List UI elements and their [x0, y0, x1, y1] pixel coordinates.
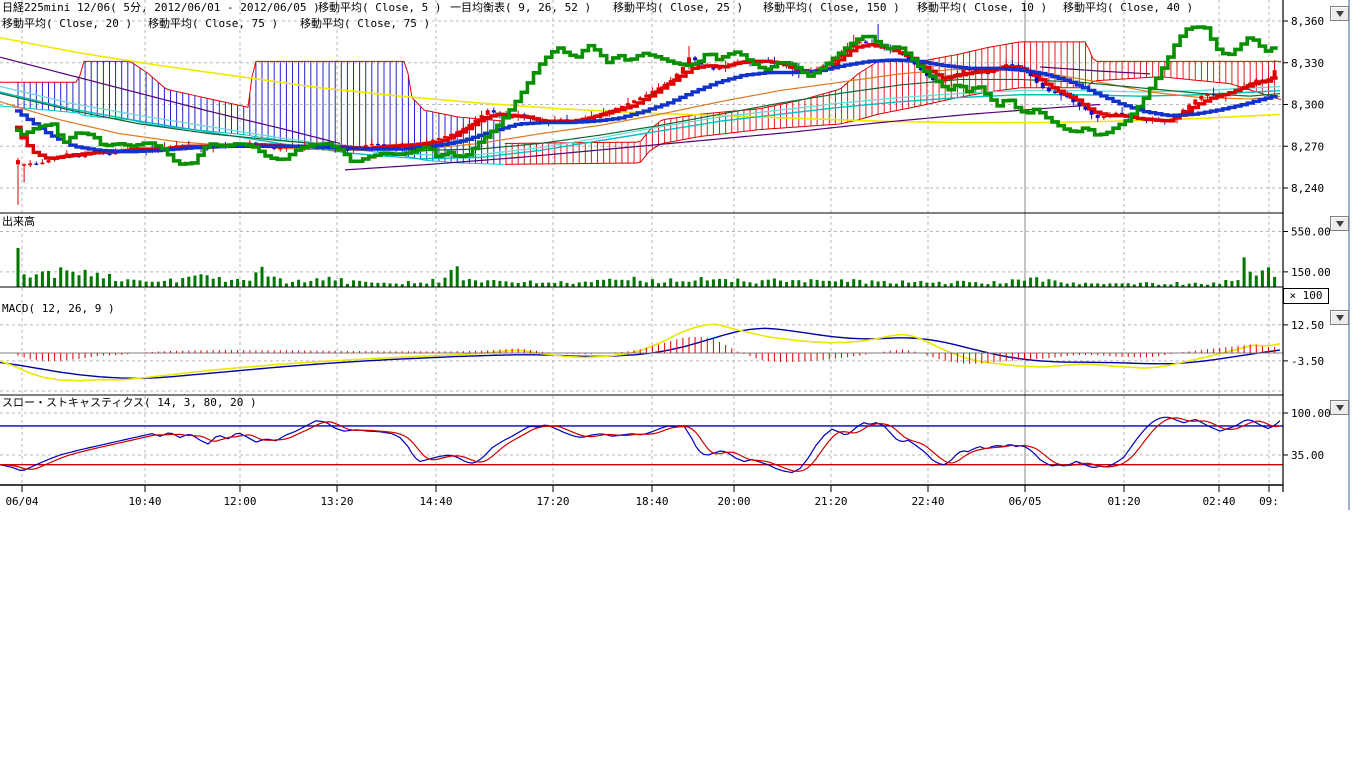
legend-ma-75b: 移動平均( Close, 75 ): [300, 17, 430, 30]
macd-scale-dropdown[interactable]: [1330, 310, 1349, 325]
chevron-down-icon: [1336, 11, 1344, 17]
window-right-border: [1348, 0, 1350, 510]
legend-ma-20: 移動平均( Close, 20 ): [2, 17, 132, 30]
axis-tick-label: 8,240: [1291, 182, 1324, 195]
time-tick-label: 22:40: [911, 495, 944, 508]
time-tick-label: 21:20: [814, 495, 847, 508]
time-tick-label: 14:40: [419, 495, 452, 508]
stochastics-scale-dropdown[interactable]: [1330, 400, 1349, 415]
chart-window: 8,360 8,330 8,300 8,270 8,240 550.00 150.00 12.…: [0, 0, 1366, 768]
chevron-down-icon: [1336, 405, 1344, 411]
axes: 8,360 8,330 8,300 8,270 8,240 550.00 150.00 12.…: [0, 0, 1331, 508]
time-tick-label: 13:20: [320, 495, 353, 508]
time-tick-label: 10:40: [128, 495, 161, 508]
time-tick-label: 09:: [1259, 495, 1279, 508]
time-tick-label: 12:00: [223, 495, 256, 508]
axis-tick-label: 550.00: [1291, 226, 1331, 239]
legend-ichimoku: 一目均衡表( 9, 26, 52 ): [450, 1, 591, 14]
legend-ma-150: 移動平均( Close, 150 ): [763, 1, 900, 14]
time-tick-label: 01:20: [1107, 495, 1140, 508]
chart-canvas[interactable]: 8,360 8,330 8,300 8,270 8,240 550.00 150.00 12.…: [0, 0, 1366, 515]
axis-tick-label: 35.00: [1291, 449, 1324, 462]
axis-tick-label: 150.00: [1291, 266, 1331, 279]
legend-ma-40: 移動平均( Close, 40 ): [1063, 1, 1193, 14]
time-tick-label: 18:40: [635, 495, 668, 508]
axis-tick-label: 12.50: [1291, 319, 1324, 332]
time-tick-label: 02:40: [1202, 495, 1235, 508]
legend-ma-10: 移動平均( Close, 10 ): [917, 1, 1047, 14]
legend-ma-5: 移動平均( Close, 5 ): [318, 1, 441, 14]
time-tick-label: 06/05: [1008, 495, 1041, 508]
legend-ma-25: 移動平均( Close, 25 ): [613, 1, 743, 14]
volume-multiplier-badge: × 100: [1283, 288, 1329, 304]
price-scale-dropdown[interactable]: [1330, 6, 1349, 21]
time-tick-label: 06/04: [5, 495, 38, 508]
axis-tick-label: 8,300: [1291, 99, 1324, 112]
time-tick-label: 17:20: [536, 495, 569, 508]
chart-title: 日経225mini 12/06( 5分, 2012/06/01 - 2012/0…: [2, 1, 320, 14]
chevron-down-icon: [1336, 315, 1344, 321]
legend-ma-75a: 移動平均( Close, 75 ): [148, 17, 278, 30]
axis-tick-label: -3.50: [1291, 355, 1324, 368]
macd-panel-label: MACD( 12, 26, 9 ): [2, 302, 115, 315]
candlesticks: [16, 24, 1277, 205]
axis-tick-label: 100.00: [1291, 407, 1331, 420]
axis-tick-label: 8,330: [1291, 57, 1324, 70]
gridlines: [0, 0, 1283, 485]
time-tick-label: 20:00: [717, 495, 750, 508]
stochastics-panel: [0, 417, 1283, 472]
volume-panel-label: 出来高: [2, 215, 35, 228]
axis-tick-label: 8,270: [1291, 140, 1324, 153]
volume-scale-dropdown[interactable]: [1330, 216, 1349, 231]
volume-bars: [17, 248, 1277, 287]
chevron-down-icon: [1336, 221, 1344, 227]
stochastics-panel-label: スロー・ストキャスティクス( 14, 3, 80, 20 ): [2, 396, 257, 409]
axis-tick-label: 8,360: [1291, 15, 1324, 28]
